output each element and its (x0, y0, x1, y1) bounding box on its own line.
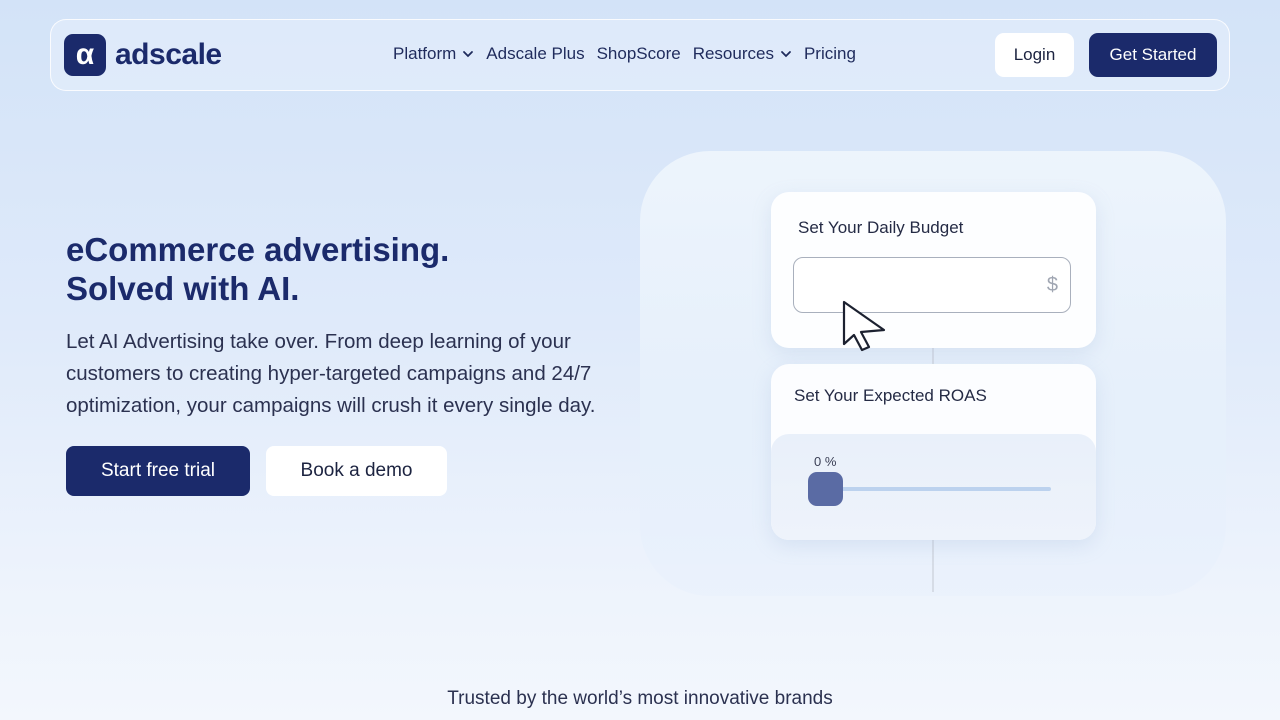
get-started-button[interactable]: Get Started (1089, 33, 1217, 77)
nav-item-label: Platform (393, 44, 457, 63)
start-free-trial-button[interactable]: Start free trial (66, 446, 250, 496)
logo-mark: α (64, 34, 106, 76)
hero-title-line-1: eCommerce advertising. (66, 231, 450, 268)
daily-budget-label: Set Your Daily Budget (798, 218, 964, 237)
login-button[interactable]: Login (995, 33, 1074, 77)
nav-item-resources[interactable]: Resources (693, 44, 792, 64)
daily-budget-input[interactable]: $ (793, 257, 1071, 313)
nav-item-shopscore[interactable]: ShopScore (597, 44, 681, 64)
trusted-by-heading: Trusted by the world’s most innovative b… (447, 688, 833, 709)
hero-title: eCommerce advertising. Solved with AI. (66, 230, 586, 308)
roas-slider-thumb[interactable] (808, 472, 843, 506)
logo[interactable]: α adscale (64, 34, 222, 76)
chevron-down-icon (463, 51, 474, 58)
nav-item-label: Resources (692, 44, 774, 63)
nav-item-adscale-plus[interactable]: Adscale Plus (486, 44, 584, 64)
hero-title-line-2: Solved with AI. (66, 270, 300, 307)
logo-text: adscale (115, 38, 222, 71)
chevron-down-icon (781, 51, 791, 58)
expected-roas-card: Set Your Expected ROAS 0 % (771, 364, 1096, 540)
dollar-icon: $ (1046, 274, 1058, 296)
book-demo-button[interactable]: Book a demo (266, 446, 447, 496)
connector-line (932, 348, 934, 364)
nav-item-label: Adscale Plus (486, 44, 585, 63)
nav-item-pricing[interactable]: Pricing (804, 44, 856, 64)
roas-percent-label: 0 % (814, 454, 837, 469)
daily-budget-card: Set Your Daily Budget $ (771, 192, 1096, 348)
nav-item-label: Pricing (803, 44, 856, 63)
nav-item-platform[interactable]: Platform (393, 44, 474, 64)
hero-subtitle: Let AI Advertising take over. From deep … (66, 330, 596, 417)
top-navbar: α adscale Platform Adscale Plus ShopScor… (50, 19, 1230, 91)
expected-roas-label: Set Your Expected ROAS (794, 386, 987, 405)
connector-line (932, 540, 934, 592)
main-menu: Platform Adscale Plus ShopScore Resource… (393, 44, 856, 64)
roas-slider-track[interactable] (826, 487, 1051, 491)
nav-item-label: ShopScore (596, 44, 681, 63)
mouse-cursor-icon (842, 300, 886, 352)
